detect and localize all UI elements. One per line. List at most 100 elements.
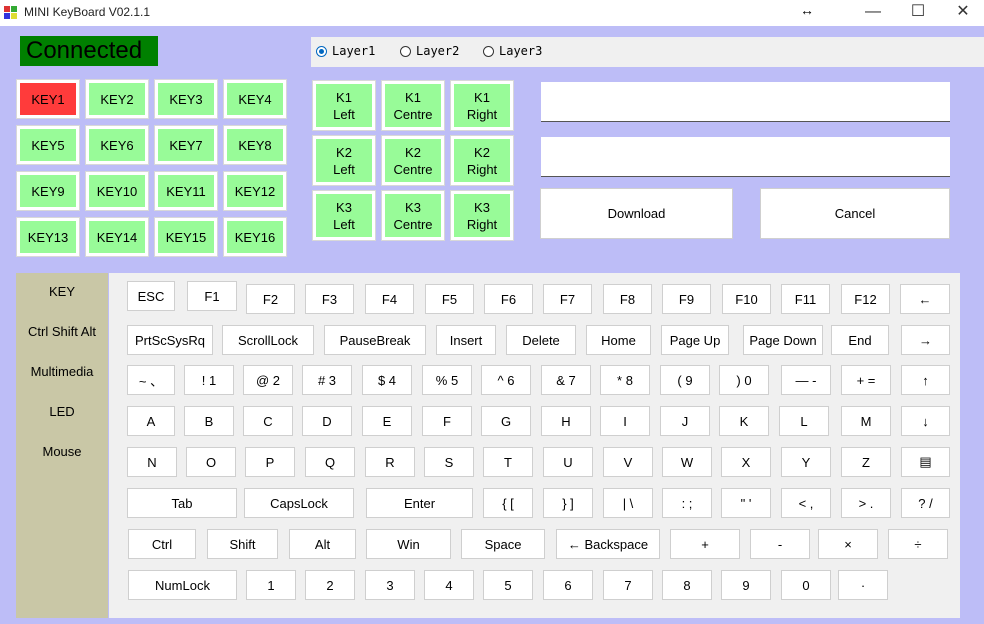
cancel-button[interactable]: Cancel bbox=[760, 188, 950, 239]
key-button-3[interactable]: KEY3 bbox=[154, 79, 218, 119]
keyboard-key[interactable]: 2 bbox=[305, 570, 355, 600]
key-button-10[interactable]: KEY10 bbox=[85, 171, 149, 211]
keyboard-key[interactable]: Enter bbox=[366, 488, 473, 518]
keyboard-key[interactable]: ÷ bbox=[888, 529, 948, 559]
keyboard-key[interactable]: : ; bbox=[662, 488, 712, 518]
knob-2-right[interactable]: K2 Right bbox=[450, 135, 514, 186]
keyboard-key[interactable]: PauseBreak bbox=[324, 325, 426, 355]
keyboard-key[interactable]: D bbox=[302, 406, 352, 436]
keyboard-key[interactable]: F1 bbox=[187, 281, 237, 311]
knob-1-centre[interactable]: K1 Centre bbox=[381, 80, 445, 131]
keyboard-key[interactable]: Alt bbox=[289, 529, 356, 559]
key-button-14[interactable]: KEY14 bbox=[85, 217, 149, 257]
keyboard-key[interactable]: Shift bbox=[207, 529, 278, 559]
keyboard-key[interactable]: * 8 bbox=[600, 365, 650, 395]
key-button-11[interactable]: KEY11 bbox=[154, 171, 218, 211]
keyboard-key[interactable]: I bbox=[600, 406, 650, 436]
keyboard-key[interactable]: F5 bbox=[425, 284, 474, 314]
key-button-2[interactable]: KEY2 bbox=[85, 79, 149, 119]
keyboard-key[interactable]: F2 bbox=[246, 284, 295, 314]
keyboard-key[interactable]: F11 bbox=[781, 284, 830, 314]
keyboard-key[interactable]: J bbox=[660, 406, 710, 436]
keyboard-key[interactable]: Q bbox=[305, 447, 355, 477]
tab-mouse[interactable]: Mouse bbox=[16, 444, 108, 459]
keyboard-key[interactable]: Insert bbox=[436, 325, 496, 355]
radio-layer1[interactable]: Layer1 bbox=[316, 44, 375, 58]
keyboard-key[interactable]: ESC bbox=[127, 281, 175, 311]
key-button-4[interactable]: KEY4 bbox=[223, 79, 287, 119]
keyboard-key[interactable]: Home bbox=[586, 325, 651, 355]
left-arrow-key[interactable]: ← bbox=[900, 284, 950, 314]
key-button-15[interactable]: KEY15 bbox=[154, 217, 218, 257]
keyboard-key[interactable]: PrtScSysRq bbox=[127, 325, 213, 355]
keyboard-key[interactable]: ^ 6 bbox=[481, 365, 531, 395]
keyboard-key[interactable]: Tab bbox=[127, 488, 237, 518]
up-arrow-key[interactable]: ↑ bbox=[901, 365, 950, 395]
keyboard-key[interactable]: L bbox=[779, 406, 829, 436]
keyboard-key[interactable]: Page Down bbox=[743, 325, 823, 355]
keyboard-key[interactable]: P bbox=[245, 447, 295, 477]
keyboard-key[interactable]: ScrollLock bbox=[222, 325, 314, 355]
close-button[interactable]: ✕ bbox=[940, 0, 984, 26]
keyboard-key[interactable]: F10 bbox=[722, 284, 771, 314]
keyboard-key[interactable]: ) 0 bbox=[719, 365, 769, 395]
keyboard-key[interactable]: E bbox=[362, 406, 412, 436]
keyboard-key[interactable]: V bbox=[603, 447, 653, 477]
keyboard-key[interactable]: F4 bbox=[365, 284, 414, 314]
keyboard-key[interactable]: O bbox=[186, 447, 236, 477]
knob-1-left[interactable]: K1 Left bbox=[312, 80, 376, 131]
knob-3-centre[interactable]: K3 Centre bbox=[381, 190, 445, 241]
key-button-12[interactable]: KEY12 bbox=[223, 171, 287, 211]
keyboard-key[interactable]: T bbox=[483, 447, 533, 477]
key-button-7[interactable]: KEY7 bbox=[154, 125, 218, 165]
keyboard-key[interactable]: H bbox=[541, 406, 591, 436]
mapping-field-2[interactable] bbox=[541, 137, 950, 177]
keyboard-key[interactable]: Ctrl bbox=[128, 529, 196, 559]
keyboard-key[interactable]: 9 bbox=[721, 570, 771, 600]
keyboard-key[interactable]: Space bbox=[461, 529, 545, 559]
minimize-button[interactable]: — bbox=[850, 0, 896, 26]
keyboard-key[interactable]: > . bbox=[841, 488, 891, 518]
keyboard-key[interactable]: ? / bbox=[901, 488, 950, 518]
key-button-8[interactable]: KEY8 bbox=[223, 125, 287, 165]
radio-layer2[interactable]: Layer2 bbox=[400, 44, 459, 58]
keyboard-key[interactable]: # 3 bbox=[302, 365, 352, 395]
keyboard-key[interactable]: NumLock bbox=[128, 570, 237, 600]
keyboard-key[interactable]: B bbox=[184, 406, 234, 436]
keyboard-key[interactable]: N bbox=[127, 447, 177, 477]
keyboard-key[interactable]: 6 bbox=[543, 570, 593, 600]
maximize-button[interactable]: ☐ bbox=[895, 0, 941, 26]
key-button-9[interactable]: KEY9 bbox=[16, 171, 80, 211]
keyboard-key[interactable]: 8 bbox=[662, 570, 712, 600]
menu-key-icon[interactable]: ▤ bbox=[901, 447, 950, 477]
keyboard-key[interactable]: R bbox=[365, 447, 415, 477]
keyboard-key[interactable]: ( 9 bbox=[660, 365, 710, 395]
keyboard-key[interactable]: F6 bbox=[484, 284, 533, 314]
keyboard-key[interactable]: Page Up bbox=[661, 325, 729, 355]
keyboard-key[interactable]: CapsLock bbox=[244, 488, 354, 518]
keyboard-key[interactable]: F9 bbox=[662, 284, 711, 314]
mapping-field-1[interactable] bbox=[541, 82, 950, 122]
keyboard-key[interactable]: ! 1 bbox=[184, 365, 234, 395]
keyboard-key[interactable]: ~ 、 bbox=[127, 365, 175, 395]
backspace-key[interactable]: ← Backspace bbox=[556, 529, 660, 559]
keyboard-key[interactable]: " ' bbox=[721, 488, 771, 518]
keyboard-key[interactable]: + bbox=[670, 529, 740, 559]
keyboard-key[interactable]: Delete bbox=[506, 325, 576, 355]
keyboard-key[interactable]: % 5 bbox=[422, 365, 472, 395]
keyboard-key[interactable]: · bbox=[838, 570, 888, 600]
keyboard-key[interactable]: Z bbox=[841, 447, 891, 477]
keyboard-key[interactable]: @ 2 bbox=[243, 365, 293, 395]
key-button-5[interactable]: KEY5 bbox=[16, 125, 80, 165]
key-button-1[interactable]: KEY1 bbox=[16, 79, 80, 119]
keyboard-key[interactable]: X bbox=[721, 447, 771, 477]
knob-2-centre[interactable]: K2 Centre bbox=[381, 135, 445, 186]
keyboard-key[interactable]: { [ bbox=[483, 488, 533, 518]
down-arrow-key[interactable]: ↓ bbox=[901, 406, 950, 436]
keyboard-key[interactable]: — - bbox=[781, 365, 831, 395]
keyboard-key[interactable]: M bbox=[841, 406, 891, 436]
keyboard-key[interactable]: 7 bbox=[603, 570, 653, 600]
radio-layer3[interactable]: Layer3 bbox=[483, 44, 542, 58]
keyboard-key[interactable]: F3 bbox=[305, 284, 354, 314]
keyboard-key[interactable]: C bbox=[243, 406, 293, 436]
